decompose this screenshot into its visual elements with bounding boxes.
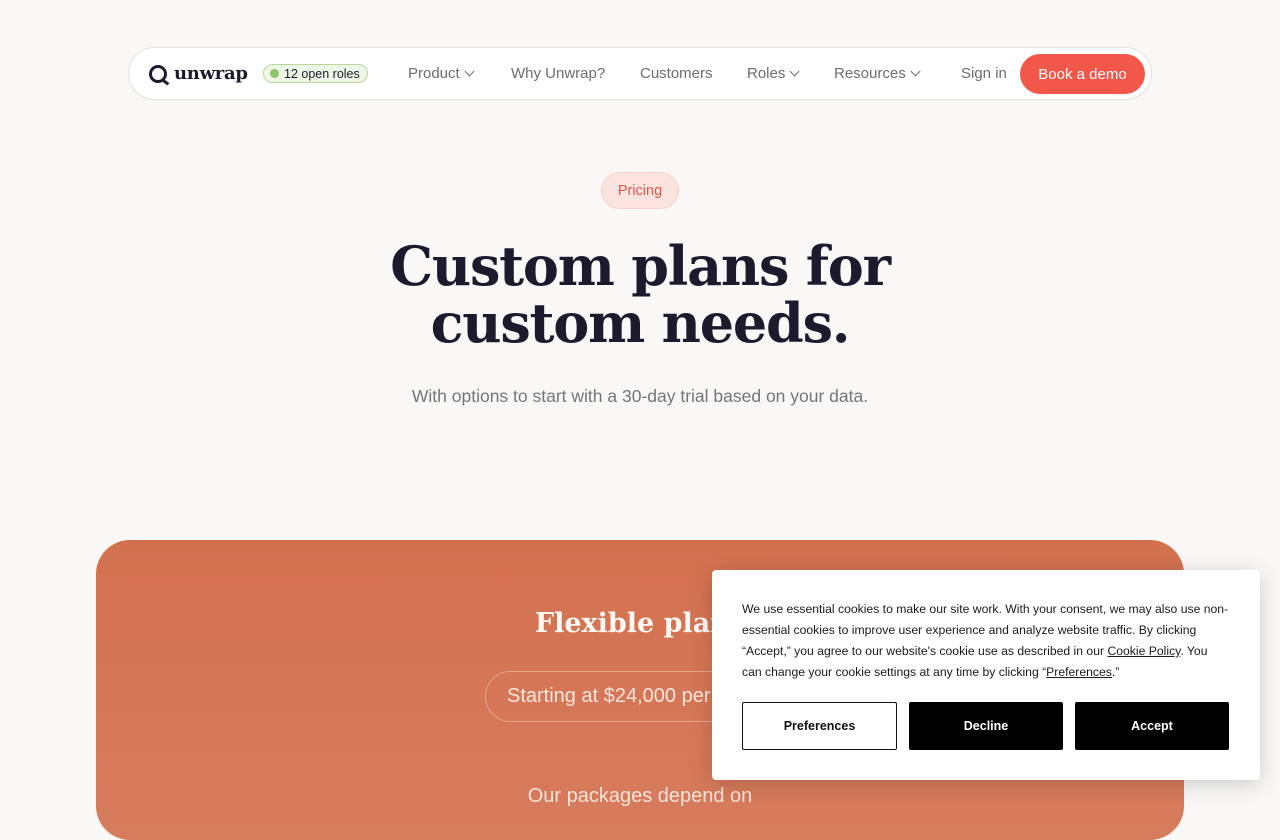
logo[interactable]: unwrap: [149, 63, 248, 84]
logo-text: unwrap: [174, 63, 248, 84]
sign-in-label: Sign in: [961, 65, 1007, 82]
cookie-buttons: Preferences Decline Accept: [742, 702, 1229, 750]
nav-item-why-unwrap[interactable]: Why Unwrap?: [511, 65, 605, 82]
chevron-down-icon: [789, 66, 800, 77]
pricing-pill: Pricing: [601, 172, 679, 209]
open-roles-badge[interactable]: 12 open roles: [263, 64, 368, 83]
cookie-consent-banner: We use essential cookies to make our sit…: [712, 570, 1260, 780]
title-line-1: Custom plans for: [390, 234, 891, 298]
decline-button[interactable]: Decline: [909, 702, 1063, 750]
book-demo-button[interactable]: Book a demo: [1020, 54, 1145, 94]
nav-item-product[interactable]: Product: [408, 65, 475, 82]
page-title: Custom plans for custom needs.: [240, 238, 1040, 352]
chevron-down-icon: [910, 66, 921, 77]
page-subtitle: With options to start with a 30-day tria…: [411, 386, 869, 406]
preferences-button[interactable]: Preferences: [742, 702, 897, 750]
open-roles-label: 12 open roles: [284, 66, 360, 81]
nav-item-label: Product: [408, 65, 460, 82]
title-line-2: custom needs.: [430, 291, 851, 355]
top-nav: unwrap 12 open roles Product Why Unwrap?…: [128, 47, 1152, 100]
nav-item-label: Roles: [747, 65, 786, 82]
nav-item-label: Why Unwrap?: [511, 65, 606, 82]
cookie-consent-text: We use essential cookies to make our sit…: [742, 599, 1230, 683]
nav-item-customers[interactable]: Customers: [640, 65, 713, 82]
unwrap-logo-icon: [149, 64, 167, 83]
nav-item-label: Customers: [640, 65, 713, 82]
status-dot-icon: [270, 69, 279, 78]
nav-item-label: Resources: [834, 65, 906, 82]
cookie-policy-link[interactable]: Cookie Policy: [1107, 644, 1180, 658]
cookie-text-part: .”: [1111, 665, 1120, 679]
accept-button[interactable]: Accept: [1075, 702, 1229, 750]
nav-item-roles[interactable]: Roles: [747, 65, 800, 82]
sign-in-link[interactable]: Sign in: [961, 65, 1007, 82]
chevron-down-icon: [464, 66, 475, 77]
preferences-link[interactable]: Preferences: [1046, 665, 1112, 679]
pricing-card-description: Our packages depend on: [527, 785, 753, 807]
nav-item-resources[interactable]: Resources: [834, 65, 921, 82]
